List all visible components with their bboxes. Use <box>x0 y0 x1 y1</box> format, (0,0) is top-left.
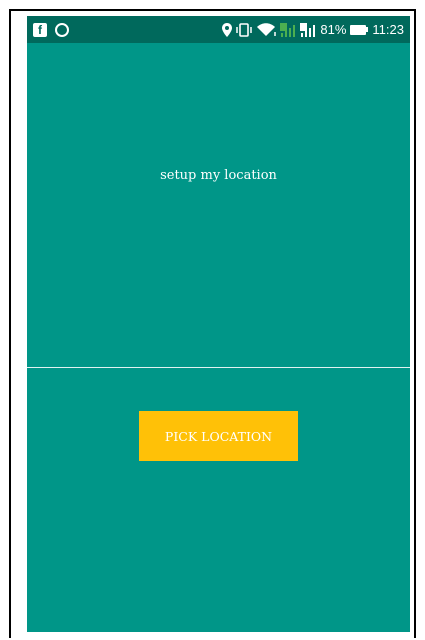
location-icon <box>222 22 233 37</box>
app-screen: f 81% 11:23 setup my location PICK LOCAT… <box>27 16 410 632</box>
vibrate-icon <box>236 22 253 37</box>
setup-location-text: setup my location <box>160 167 277 183</box>
battery-percent: 81% <box>320 22 347 37</box>
section-divider <box>27 367 410 368</box>
whatsapp-icon <box>55 22 69 37</box>
clock: 11:23 <box>372 22 404 37</box>
top-panel: setup my location <box>27 43 410 367</box>
facebook-icon: f <box>33 22 47 37</box>
status-bar: f 81% 11:23 <box>27 16 410 43</box>
pick-location-button[interactable]: PICK LOCATION <box>139 411 298 461</box>
signal-1-icon <box>280 22 296 37</box>
wifi-icon <box>256 22 277 37</box>
signal-2-icon <box>300 22 316 37</box>
battery-icon <box>350 24 369 35</box>
